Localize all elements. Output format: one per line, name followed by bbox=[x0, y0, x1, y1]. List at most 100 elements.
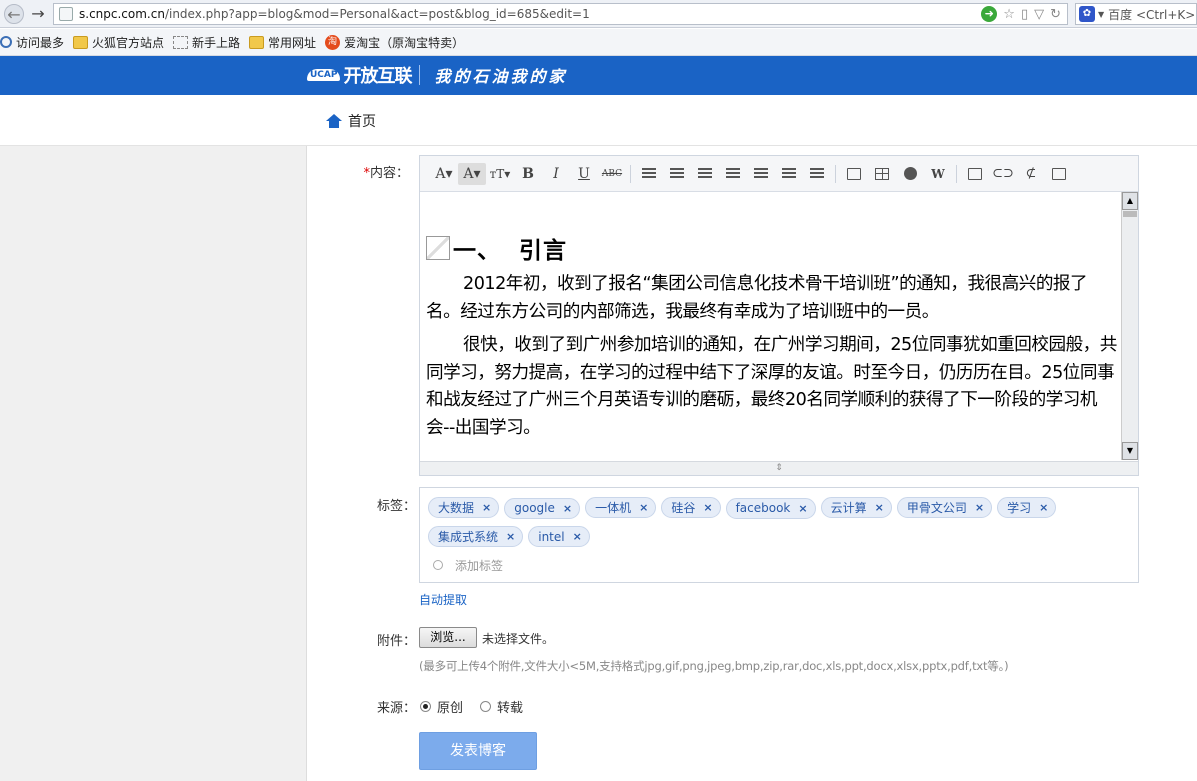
remove-tag-icon[interactable]: × bbox=[1039, 501, 1048, 514]
tag-label: intel bbox=[538, 529, 565, 544]
radio-label: 原创 bbox=[437, 701, 464, 716]
mobile-icon[interactable]: ▯ bbox=[1021, 7, 1028, 22]
bookmark-label: 火狐官方站点 bbox=[92, 35, 165, 50]
add-tag-placeholder[interactable]: 添加标签 bbox=[455, 557, 503, 574]
indent-button[interactable] bbox=[775, 163, 803, 185]
tag-chip[interactable]: 一体机 × bbox=[585, 497, 657, 518]
rich-text-editor[interactable]: A▾ A▾ тT▾ B I U ABC W ⊂⊃ ⊄ 一、 引言 2012年初，… bbox=[419, 155, 1139, 476]
italic-button[interactable]: I bbox=[542, 163, 570, 185]
unordered-list-button[interactable] bbox=[747, 163, 775, 185]
no-file-text: 未选择文件。 bbox=[482, 632, 555, 646]
tag-label: 大数据 bbox=[438, 501, 475, 515]
bookmark-firefox-site[interactable]: 火狐官方站点 bbox=[73, 34, 164, 51]
search-engine-box[interactable]: ✿ ▼ 百度 <Ctrl+K> bbox=[1075, 3, 1197, 25]
font-color-button[interactable]: A▾ bbox=[458, 162, 486, 185]
baidu-paw-icon[interactable]: ✿ bbox=[1079, 6, 1095, 22]
nav-home-link[interactable]: 首页 bbox=[326, 111, 376, 131]
tag-label: 硅谷 bbox=[671, 501, 696, 515]
remove-tag-icon[interactable]: × bbox=[703, 501, 712, 514]
remove-tag-icon[interactable]: × bbox=[975, 501, 984, 514]
source-code-button[interactable] bbox=[961, 163, 989, 185]
back-arrow-icon[interactable]: ← bbox=[4, 3, 24, 24]
insert-image-button[interactable] bbox=[840, 163, 868, 185]
remove-tag-icon[interactable]: × bbox=[573, 530, 582, 543]
outdent-button[interactable] bbox=[803, 163, 831, 185]
scroll-thumb[interactable] bbox=[1123, 211, 1137, 217]
dropdown-arrow-icon[interactable]: ▽ bbox=[1034, 7, 1044, 22]
fullscreen-button[interactable] bbox=[1045, 163, 1073, 185]
fullscreen-icon bbox=[1052, 167, 1066, 180]
underline-button[interactable]: U bbox=[570, 163, 598, 185]
forward-arrow-icon[interactable]: → bbox=[28, 4, 48, 24]
blog-post-form: *内容： A▾ A▾ тT▾ B I U ABC W ⊂⊃ ⊄ 一、 引言 20… bbox=[307, 146, 1197, 781]
add-tag-field[interactable]: 添加标签 bbox=[433, 555, 1138, 575]
page-icon bbox=[59, 7, 73, 21]
source-repost-radio[interactable]: 转载 bbox=[480, 697, 523, 716]
insert-emoticon-button[interactable] bbox=[896, 163, 924, 185]
page-icon bbox=[173, 35, 189, 49]
toolbar-divider bbox=[835, 164, 836, 183]
go-arrow-icon[interactable]: ➜ bbox=[981, 6, 998, 22]
editor-resize-handle[interactable]: ⇕ bbox=[420, 461, 1138, 475]
radio-checked-icon[interactable] bbox=[420, 701, 431, 712]
search-placeholder[interactable]: 百度 <Ctrl+K> bbox=[1108, 6, 1195, 23]
scroll-down-icon[interactable]: ▼ bbox=[1122, 442, 1138, 460]
remove-tag-icon[interactable]: × bbox=[563, 502, 572, 515]
bold-button[interactable]: B bbox=[514, 163, 542, 185]
reload-icon[interactable]: ↻ bbox=[1050, 7, 1061, 22]
ordered-list-button[interactable] bbox=[719, 163, 747, 185]
tag-chip[interactable]: 甲骨文公司 × bbox=[896, 497, 993, 518]
align-center-button[interactable] bbox=[663, 163, 691, 185]
unlink-button[interactable]: ⊄ bbox=[1017, 163, 1045, 185]
tag-chip[interactable]: 大数据 × bbox=[428, 497, 500, 518]
chevron-down-icon[interactable]: ▼ bbox=[1098, 10, 1104, 19]
bookmark-most-visited[interactable]: 访问最多 bbox=[0, 34, 64, 51]
tag-chip[interactable]: 云计算 × bbox=[820, 497, 892, 518]
tag-chip[interactable]: 学习 × bbox=[997, 497, 1057, 518]
insert-table-button[interactable] bbox=[868, 163, 896, 185]
tag-chip[interactable]: google × bbox=[504, 497, 581, 519]
align-right-button[interactable] bbox=[691, 163, 719, 185]
remove-tag-icon[interactable]: × bbox=[639, 501, 648, 514]
bookmark-getting-started[interactable]: 新手上路 bbox=[173, 34, 240, 51]
font-family-button[interactable]: A▾ bbox=[430, 163, 458, 185]
nav-home-label: 首页 bbox=[348, 114, 376, 130]
broken-image-icon[interactable] bbox=[426, 236, 450, 260]
site-logo[interactable]: UCAP 开放互联 我的石油我的家 bbox=[307, 62, 568, 88]
editor-content[interactable]: 一、 引言 2012年初，收到了报名“集团公司信息化技术骨干培训班”的通知，我很… bbox=[420, 192, 1121, 460]
logo-text: 开放互联 bbox=[343, 66, 412, 87]
logo-mark: UCAP bbox=[307, 69, 341, 81]
tags-input[interactable]: 大数据 × google × 一体机 × 硅谷 × facebook × 云计算 × 甲骨文公司 × 学习 ×… bbox=[419, 487, 1139, 583]
site-slogan: 我的石油我的家 bbox=[434, 67, 568, 86]
bookmark-label: 常用网址 bbox=[268, 35, 317, 50]
browse-button[interactable]: 浏览... bbox=[419, 627, 477, 648]
url-bar[interactable]: s.cnpc.com.cn/index.php?app=blog&mod=Per… bbox=[53, 3, 1068, 25]
font-size-button[interactable]: тT▾ bbox=[486, 163, 514, 185]
bookmark-common-sites[interactable]: 常用网址 bbox=[249, 34, 316, 51]
tag-chip[interactable]: 集成式系统 × bbox=[428, 525, 524, 547]
tag-chip[interactable]: facebook × bbox=[725, 497, 816, 519]
auto-extract-link[interactable]: 自动提取 bbox=[419, 591, 467, 608]
emoticon-icon bbox=[903, 167, 917, 180]
content-paragraph: 很快，收到了到广州参加培训的通知，在广州学习期间，25位同事犹如重回校园般，共同… bbox=[426, 335, 1117, 438]
strikethrough-button[interactable]: ABC bbox=[598, 163, 626, 185]
tag-chip[interactable]: intel × bbox=[528, 526, 590, 547]
left-gutter bbox=[0, 146, 307, 781]
remove-tag-icon[interactable]: × bbox=[798, 502, 807, 515]
scroll-up-icon[interactable]: ▲ bbox=[1122, 192, 1138, 210]
source-original-radio[interactable]: 原创 bbox=[420, 697, 463, 716]
align-left-button[interactable] bbox=[635, 163, 663, 185]
tag-chip[interactable]: 硅谷 × bbox=[661, 497, 721, 518]
toolbar-divider bbox=[956, 164, 957, 183]
star-icon[interactable]: ☆ bbox=[1003, 7, 1015, 22]
radio-unchecked-icon[interactable] bbox=[480, 701, 491, 712]
insert-word-button[interactable]: W bbox=[924, 163, 952, 185]
editor-scrollbar[interactable]: ▲ ▼ bbox=[1121, 192, 1138, 460]
remove-tag-icon[interactable]: × bbox=[482, 501, 491, 514]
insert-link-button[interactable]: ⊂⊃ bbox=[989, 163, 1017, 185]
remove-tag-icon[interactable]: × bbox=[506, 530, 515, 543]
bookmark-taobao[interactable]: 淘 爱淘宝（原淘宝特卖） bbox=[325, 34, 464, 51]
publish-button[interactable]: 发表博客 bbox=[419, 732, 537, 770]
remove-tag-icon[interactable]: × bbox=[875, 501, 884, 514]
url-text[interactable]: s.cnpc.com.cn/index.php?app=blog&mod=Per… bbox=[79, 7, 981, 21]
